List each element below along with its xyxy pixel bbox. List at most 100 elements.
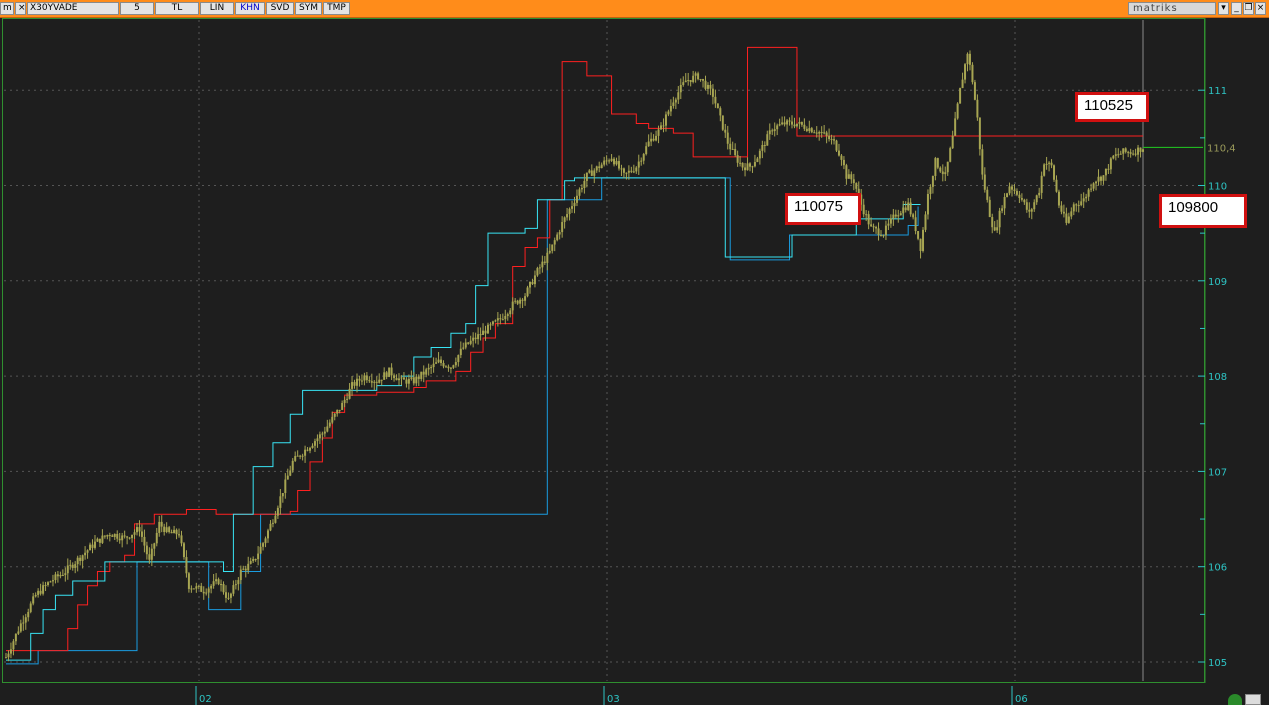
candle-body <box>1124 148 1127 152</box>
candle-body <box>449 367 452 369</box>
candle-body <box>435 362 438 364</box>
candle-body <box>568 208 571 215</box>
candle-body <box>699 79 702 81</box>
candle-body <box>210 585 213 589</box>
y-tick-label: 105 <box>1208 658 1227 669</box>
candle-body <box>988 199 991 218</box>
candle-body <box>768 130 771 135</box>
candle-body <box>598 166 601 169</box>
candle-body <box>840 155 843 160</box>
candle-body <box>212 581 215 586</box>
candle-body <box>395 378 398 381</box>
candle-body <box>442 362 445 367</box>
candle-body <box>365 375 368 381</box>
candle-body <box>664 114 667 126</box>
candle-body <box>407 378 410 384</box>
candle-body <box>437 359 440 363</box>
candle-body <box>27 611 30 618</box>
candle-body <box>375 381 378 383</box>
candle-body <box>440 359 443 363</box>
candle-body <box>850 174 853 180</box>
candle-body <box>1080 201 1083 206</box>
candle-body <box>763 145 766 147</box>
candle-body <box>786 120 789 125</box>
candle-body <box>1117 154 1120 156</box>
candle-body <box>748 163 751 167</box>
candle-body <box>412 377 415 384</box>
candle-body <box>865 214 868 216</box>
candle-body <box>444 366 447 368</box>
candle-body <box>892 214 895 219</box>
candle-body <box>373 381 376 383</box>
candle-body <box>1025 202 1028 210</box>
candle-body <box>1015 190 1018 195</box>
candle-body <box>155 532 158 544</box>
candle-body <box>862 204 865 215</box>
corner-icon[interactable] <box>1245 694 1261 705</box>
candle-body <box>845 165 848 179</box>
candle-body <box>847 174 850 179</box>
candle-body <box>368 380 371 382</box>
candle-body <box>655 135 658 141</box>
candle-body <box>714 96 717 104</box>
candle-body <box>617 161 620 169</box>
candle-body <box>934 158 937 176</box>
candle-body <box>946 161 949 173</box>
candle-body <box>405 379 408 384</box>
candle-body <box>383 372 386 380</box>
candle-body <box>931 175 934 187</box>
candle-body <box>1107 168 1110 170</box>
candle-body <box>709 84 712 89</box>
candle-body <box>269 523 272 531</box>
candle-body <box>420 371 423 379</box>
candle-body <box>1142 149 1144 152</box>
candle-body <box>71 564 74 568</box>
candle-body <box>620 168 623 170</box>
candle-body <box>556 234 559 241</box>
candle-body <box>662 125 665 127</box>
candle-body <box>677 92 680 100</box>
candle-body <box>257 553 260 560</box>
candle-body <box>929 186 932 194</box>
candle-body <box>563 217 566 223</box>
candle-body <box>981 149 984 175</box>
candle-body <box>1008 186 1011 194</box>
candle-body <box>462 347 465 349</box>
candle-body <box>978 117 981 150</box>
candle-body <box>872 226 875 228</box>
candle-body <box>899 213 902 216</box>
candle-body <box>719 108 722 116</box>
candle-body <box>148 554 151 560</box>
candle-body <box>19 623 22 632</box>
candle-body <box>791 121 794 125</box>
candle-body <box>150 548 153 560</box>
candle-body <box>232 585 235 594</box>
candle-body <box>54 574 57 581</box>
candle-body <box>692 75 695 83</box>
candle-body <box>51 580 54 582</box>
candle-body <box>106 535 109 537</box>
candle-body <box>128 537 131 539</box>
candle-body <box>234 584 237 586</box>
candle-body <box>751 166 754 168</box>
candle-body <box>22 622 25 624</box>
candle-body <box>1040 175 1043 193</box>
scroll-icon[interactable] <box>1228 694 1242 705</box>
candle-body <box>160 521 163 527</box>
candle-body <box>922 229 925 251</box>
candle-body <box>1109 158 1112 170</box>
y-tick-label: 106 <box>1208 563 1227 574</box>
x-tick-label: 03 <box>607 694 620 705</box>
candle-body <box>585 172 588 181</box>
candle-body <box>479 334 482 336</box>
candle-body <box>153 543 156 549</box>
y-tick-label: 108 <box>1208 372 1227 383</box>
candle-body <box>202 591 205 594</box>
candle-body <box>311 445 314 448</box>
candle-body <box>744 167 747 171</box>
candle-body <box>1090 188 1093 190</box>
candle-body <box>190 588 193 590</box>
candle-body <box>968 53 971 65</box>
candle-body <box>165 527 168 532</box>
candle-body <box>7 653 10 658</box>
